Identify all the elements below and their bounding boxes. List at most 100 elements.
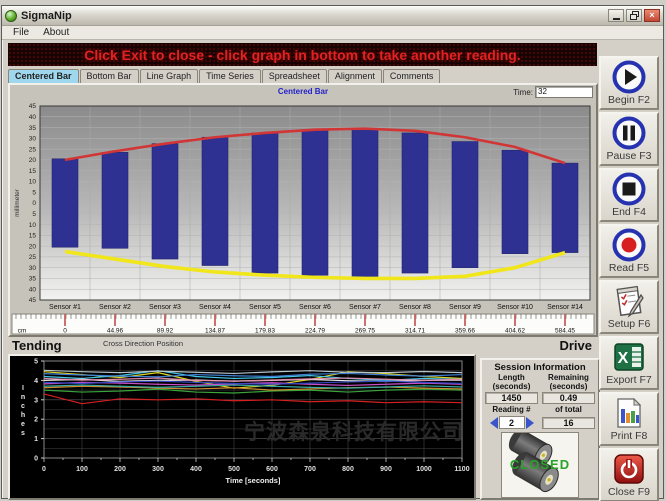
svg-text:224.79: 224.79 <box>305 328 325 335</box>
svg-text:Sensor #1: Sensor #1 <box>49 304 81 311</box>
svg-text:I: I <box>22 385 24 392</box>
tab-time-series[interactable]: Time Series <box>199 69 261 83</box>
svg-text:Sensor #7: Sensor #7 <box>349 304 381 311</box>
svg-text:Sensor #2: Sensor #2 <box>99 304 131 311</box>
drive-label: Drive <box>559 338 592 353</box>
session-title: Session Information <box>485 362 595 373</box>
svg-text:359.66: 359.66 <box>455 328 475 335</box>
reading-label: Reading # <box>485 406 538 416</box>
screenshot-stage: SigmaNip × File About Click Exit to clos… <box>0 0 666 501</box>
svg-text:500: 500 <box>228 466 240 473</box>
reading-value[interactable]: 2 <box>499 416 525 429</box>
svg-text:800: 800 <box>342 466 354 473</box>
svg-text:45: 45 <box>29 103 37 110</box>
banner-text: Click Exit to close - click graph in bot… <box>84 47 520 63</box>
menu-file[interactable]: File <box>6 27 36 38</box>
centered-bar-panel: Centered Bar Time: 32 45 40 35 30 25 20 15 10 5 0… <box>8 83 598 337</box>
tab-spreadsheet[interactable]: Spreadsheet <box>262 69 327 83</box>
svg-text:Sensor #9: Sensor #9 <box>449 304 481 311</box>
menu-bar: File About <box>2 26 663 40</box>
restore-button[interactable] <box>626 9 642 22</box>
read-button[interactable]: Read F5 <box>599 224 659 278</box>
svg-text:cm: cm <box>18 328 27 335</box>
excel-icon: X <box>611 339 647 375</box>
message-banner: Click Exit to close - click graph in bot… <box>8 43 597 66</box>
pause-button[interactable]: Pause F3 <box>599 112 659 166</box>
svg-text:Sensor #4: Sensor #4 <box>199 304 231 311</box>
svg-text:25: 25 <box>29 146 37 153</box>
svg-text:2: 2 <box>34 417 38 424</box>
export-button[interactable]: X Export F7 <box>599 336 659 390</box>
reading-spinner: 2 <box>485 416 538 429</box>
app-icon <box>5 10 17 22</box>
svg-text:1100: 1100 <box>454 466 469 473</box>
svg-text:15: 15 <box>29 168 37 175</box>
svg-text:Sensor #8: Sensor #8 <box>399 304 431 311</box>
svg-text:600: 600 <box>266 466 278 473</box>
panel-header: Centered Bar Time: 32 <box>10 85 596 100</box>
pause-icon <box>611 115 647 151</box>
chart-title: Centered Bar <box>10 87 596 96</box>
svg-text:900: 900 <box>380 466 392 473</box>
svg-text:Sensor #6: Sensor #6 <box>299 304 331 311</box>
record-icon <box>611 227 647 263</box>
tab-comments[interactable]: Comments <box>383 69 441 83</box>
svg-text:5: 5 <box>34 359 38 366</box>
remaining-value: 0.49 <box>542 392 595 404</box>
svg-text:35: 35 <box>29 125 37 132</box>
length-label: Length (seconds) <box>485 374 538 392</box>
setup-button[interactable]: Setup F6 <box>599 280 659 334</box>
svg-text:20: 20 <box>29 157 37 164</box>
menu-about[interactable]: About <box>36 27 76 38</box>
svg-text:404.62: 404.62 <box>505 328 525 335</box>
print-button[interactable]: Print F8 <box>599 392 659 446</box>
svg-text:s: s <box>21 430 25 437</box>
svg-text:89.92: 89.92 <box>157 328 174 335</box>
svg-text:X: X <box>618 350 629 367</box>
svg-text:400: 400 <box>190 466 202 473</box>
svg-text:1: 1 <box>34 436 38 443</box>
tab-alignment[interactable]: Alignment <box>328 69 382 83</box>
function-button-column: Begin F2 Pause F3 End F4 Read F5 <box>599 56 661 501</box>
svg-text:269.75: 269.75 <box>355 328 375 335</box>
tab-strip: Centered Bar Bottom Bar Line Graph Time … <box>8 68 441 83</box>
svg-text:584.45: 584.45 <box>555 328 575 335</box>
svg-text:10: 10 <box>29 222 37 229</box>
svg-text:25: 25 <box>29 254 37 261</box>
time-input[interactable]: 32 <box>535 86 593 98</box>
svg-text:700: 700 <box>304 466 316 473</box>
svg-text:5: 5 <box>32 189 36 196</box>
reading-prev-icon[interactable] <box>490 417 498 429</box>
begin-button[interactable]: Begin F2 <box>599 56 659 110</box>
svg-text:n: n <box>21 394 25 401</box>
remaining-label: Remaining (seconds) <box>542 374 595 392</box>
svg-text:100: 100 <box>76 466 88 473</box>
svg-text:Time [seconds]: Time [seconds] <box>226 476 281 485</box>
close-icon: × <box>649 11 654 20</box>
svg-text:10: 10 <box>29 179 37 186</box>
tab-centered-bar[interactable]: Centered Bar <box>8 69 79 83</box>
title-bar: SigmaNip × <box>2 6 663 26</box>
svg-text:30: 30 <box>29 136 37 143</box>
notepad-icon <box>611 283 647 319</box>
centered-bar-chart: 45403530252015105051015202530354045milli… <box>10 100 596 336</box>
svg-text:Sensor #14: Sensor #14 <box>547 304 583 311</box>
close-app-button[interactable]: Close F9 <box>599 448 659 501</box>
svg-text:40: 40 <box>29 286 37 293</box>
tab-line-graph[interactable]: Line Graph <box>140 69 199 83</box>
tab-bottom-bar[interactable]: Bottom Bar <box>80 69 139 83</box>
svg-text:44.96: 44.96 <box>107 328 124 335</box>
tending-label: Tending <box>12 338 62 353</box>
stop-icon <box>611 171 647 207</box>
close-button[interactable]: × <box>644 9 660 22</box>
end-button[interactable]: End F4 <box>599 168 659 222</box>
cross-direction-label: Cross Direction Position <box>103 339 183 348</box>
reading-next-icon[interactable] <box>526 417 534 429</box>
time-label: Time: <box>513 88 533 97</box>
svg-text:0: 0 <box>63 328 67 335</box>
svg-text:Sensor #10: Sensor #10 <box>497 304 533 311</box>
power-icon <box>611 451 647 487</box>
axis-caption-row: Tending Cross Direction Position Drive <box>8 338 598 352</box>
svg-text:15: 15 <box>29 233 37 240</box>
minimize-button[interactable] <box>608 9 624 22</box>
